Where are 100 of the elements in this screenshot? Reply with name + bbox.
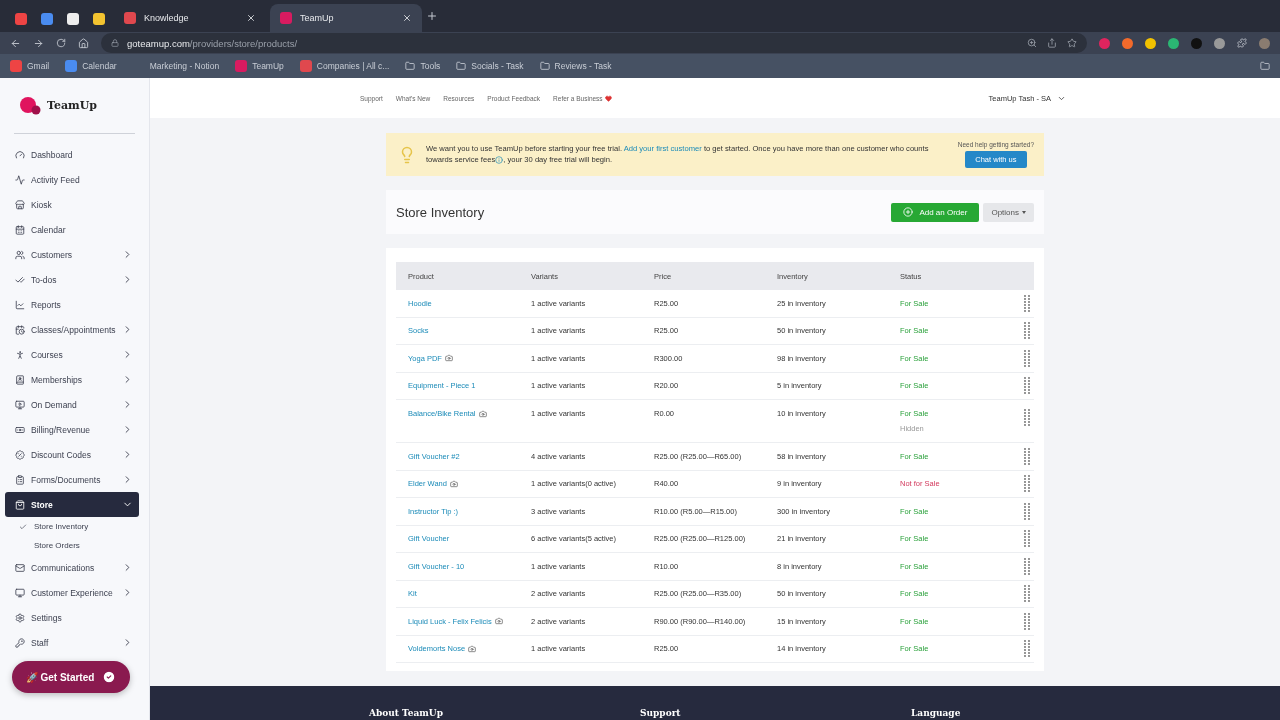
bookmark[interactable]: Calendar	[65, 60, 117, 72]
percent-badge-icon	[15, 449, 25, 460]
line-chart-icon	[15, 299, 25, 310]
forward-icon[interactable]	[33, 37, 44, 49]
dashboard-icon	[15, 149, 25, 160]
sidebar-item[interactable]: Customers	[5, 242, 139, 267]
close-icon[interactable]	[402, 13, 412, 23]
sidebar-subitem[interactable]: Store Orders	[5, 536, 139, 555]
walking-person-icon	[15, 349, 25, 360]
extension-icon[interactable]	[1168, 37, 1179, 49]
drag-handle-icon[interactable]	[1024, 409, 1030, 426]
footer-heading: About TeamUp	[369, 708, 444, 718]
monitor-icon	[15, 587, 25, 598]
sidebar-item[interactable]: On Demand	[5, 392, 139, 417]
options-button[interactable]: Options	[983, 202, 1034, 222]
site-favicon[interactable]	[93, 13, 105, 25]
settings-icon	[15, 612, 25, 623]
sidebar-item[interactable]: Discount Codes	[5, 442, 139, 467]
sidebar-item[interactable]: Activity Feed	[5, 167, 139, 192]
sidebar-item[interactable]: Customer Experience	[5, 580, 139, 605]
home-icon[interactable]	[78, 37, 89, 49]
bookmark[interactable]: Socials - Task	[456, 61, 524, 71]
sidebar-item[interactable]: Calendar	[5, 217, 139, 242]
zoom-icon[interactable]	[1027, 38, 1037, 48]
sidebar-item[interactable]: Store	[5, 492, 139, 517]
extension-icon[interactable]	[1122, 37, 1133, 49]
brand-name: TeamUp	[47, 99, 97, 112]
banknote-icon	[15, 424, 25, 435]
bookmark[interactable]: Reviews - Task	[539, 61, 612, 71]
people-icon	[15, 249, 25, 260]
sidebar-subitem[interactable]: Store Inventory	[5, 517, 139, 536]
pulse-icon	[15, 174, 25, 185]
get-started-button[interactable]: 🚀 Get Started	[12, 661, 130, 693]
info-icon[interactable]	[495, 155, 504, 164]
bookmark-star-icon[interactable]	[1067, 38, 1077, 48]
footer-heading: Language	[911, 708, 962, 718]
double-check-icon	[15, 274, 25, 285]
calendar-clock-icon	[15, 324, 25, 335]
sidebar-item[interactable]: To-dos	[5, 267, 139, 292]
drag-handle-icon[interactable]	[1024, 349, 1030, 367]
site-favicon[interactable]	[67, 13, 79, 25]
bookmark[interactable]: Marketing - Notion	[132, 60, 220, 72]
sidebar-item[interactable]: Dashboard	[5, 142, 139, 167]
key-icon	[15, 637, 25, 648]
lock-icon	[111, 39, 119, 47]
tab-title: Knowledge	[144, 13, 190, 23]
sidebar-item[interactable]: Reports	[5, 292, 139, 317]
clipboard-icon	[15, 474, 25, 485]
caret-icon	[1022, 210, 1026, 214]
drag-handle-icon[interactable]	[1024, 322, 1030, 340]
bookmark[interactable]: TeamUp	[235, 60, 284, 72]
browser-tab[interactable]: Knowledge	[114, 4, 266, 32]
drag-handle-icon[interactable]	[1024, 585, 1030, 603]
close-icon[interactable]	[246, 13, 256, 23]
drag-handle-icon[interactable]	[1024, 294, 1030, 312]
calendar-icon	[15, 224, 25, 235]
sidebar-item[interactable]: Settings	[5, 605, 139, 630]
profile-avatar[interactable]	[1259, 37, 1270, 49]
drag-handle-icon[interactable]	[1024, 475, 1030, 493]
folder-icon[interactable]	[1260, 61, 1270, 71]
sidebar-item[interactable]: Memberships	[5, 367, 139, 392]
extensions-icon[interactable]	[1237, 38, 1247, 48]
sidebar-item[interactable]: Billing/Revenue	[5, 417, 139, 442]
sidebar-item[interactable]: Kiosk	[5, 192, 139, 217]
extension-icon[interactable]	[1214, 37, 1225, 49]
bookmark[interactable]: Gmail	[10, 60, 50, 72]
drag-handle-icon[interactable]	[1024, 640, 1030, 658]
folder-icon	[456, 61, 467, 71]
new-tab-icon[interactable]	[426, 10, 438, 22]
bookmark[interactable]: Tools	[405, 61, 441, 71]
sidebar-item[interactable]: Communications	[5, 555, 139, 580]
drag-handle-icon[interactable]	[1024, 612, 1030, 630]
drag-handle-icon[interactable]	[1024, 530, 1030, 548]
page-title: Store Inventory	[396, 204, 486, 220]
drag-handle-icon[interactable]	[1024, 557, 1030, 575]
sidebar-item[interactable]: Courses	[5, 342, 139, 367]
logo-icon	[19, 95, 41, 116]
bookmark[interactable]: Companies | All c...	[299, 60, 390, 72]
share-icon[interactable]	[1047, 38, 1057, 48]
browser-tab[interactable]: TeamUp	[270, 4, 422, 32]
check-circle-icon	[102, 670, 117, 684]
extension-icon[interactable]	[1145, 37, 1156, 49]
sidebar-item[interactable]: Forms/Documents	[5, 467, 139, 492]
site-favicon[interactable]	[41, 13, 53, 25]
footer-heading: Support	[640, 708, 682, 718]
back-icon[interactable]	[10, 37, 21, 49]
site-favicon	[124, 12, 136, 24]
shopping-bag-icon	[15, 499, 25, 510]
drag-handle-icon[interactable]	[1024, 377, 1030, 395]
reload-icon[interactable]	[56, 38, 66, 48]
address-bar[interactable]: goteamup.com/providers/store/products/	[101, 33, 1087, 53]
heart-icon	[604, 94, 612, 102]
contact-book-icon	[15, 374, 25, 385]
folder-icon	[539, 61, 550, 71]
folder-icon	[405, 61, 416, 71]
drag-handle-icon[interactable]	[1024, 502, 1030, 520]
drag-handle-icon[interactable]	[1024, 447, 1030, 465]
plus-circle-icon	[903, 207, 914, 217]
sidebar-item[interactable]: Classes/Appointments	[5, 317, 139, 342]
sidebar-item[interactable]: Staff	[5, 630, 139, 655]
